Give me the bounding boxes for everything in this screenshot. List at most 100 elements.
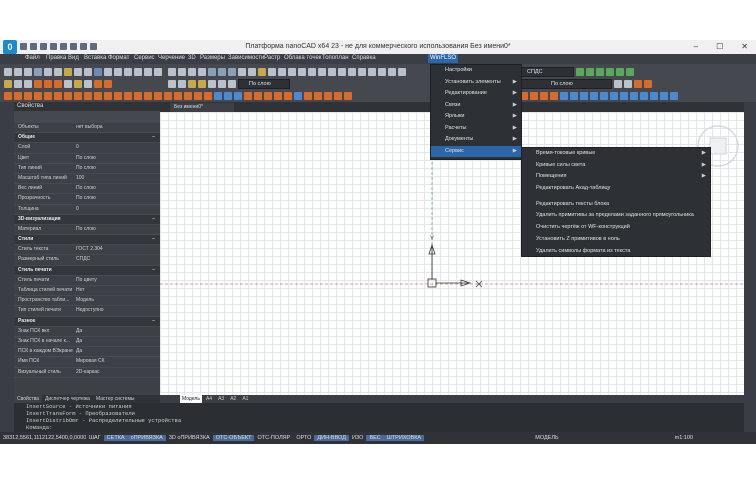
status-scale[interactable]: m1:100 — [672, 435, 696, 441]
right-tool-strip[interactable] — [744, 102, 756, 432]
menu-item-links[interactable]: Связи ▶ — [431, 100, 521, 112]
layer-dropdown[interactable]: По слою — [238, 79, 290, 89]
submenu-item-edit-acad-table[interactable]: Редактировать Акад-таблицу — [522, 183, 710, 195]
status-iso[interactable]: ИЗО — [349, 435, 367, 441]
command-prompt[interactable]: Команда: — [14, 424, 744, 431]
prop-row[interactable]: Материал По слою — [14, 225, 160, 236]
status-grid[interactable]: СЕТКА — [103, 435, 128, 441]
status-hatch[interactable]: ШТРИХОВКА — [383, 435, 425, 441]
menu-item-labels[interactable]: Ярлыки ▶ — [431, 111, 521, 123]
style-dropdown[interactable]: СПДС — [520, 67, 574, 77]
toolbar-row-2[interactable] — [4, 78, 112, 90]
toolbar-row-3b[interactable] — [520, 90, 678, 102]
menu-service[interactable]: Сервис — [134, 55, 155, 61]
menu-format[interactable]: Формат — [108, 55, 129, 61]
submenu-item-rooms[interactable]: Помещения ▶ — [522, 171, 710, 183]
prop-row[interactable]: Прозрачность По слою — [14, 194, 160, 205]
collapse-icon[interactable]: − — [152, 235, 155, 244]
objects-row[interactable]: Объекты нет выбора — [14, 123, 160, 134]
menu-point-clouds[interactable]: Облака точек — [284, 55, 321, 61]
status-3d-osnap[interactable]: 3D оПРИВЯЗКА — [166, 435, 213, 441]
status-snap[interactable]: ШАГ — [86, 435, 104, 441]
left-tool-strip[interactable] — [0, 102, 14, 432]
prop-row[interactable]: Толщина 0 — [14, 205, 160, 215]
submenu-item-light-curves[interactable]: Кривые силы света ▶ — [522, 160, 710, 172]
prop-row[interactable]: ПСК в каждом ВЭкране Да — [14, 347, 160, 358]
submenu-item-time-current[interactable]: Время-токовые кривые ▶ — [522, 148, 710, 160]
window-controls[interactable]: – ☐ ✕ — [694, 42, 748, 51]
toolbar-row-2b[interactable]: По слою — [168, 78, 290, 90]
toolbar-row-1[interactable] — [4, 66, 162, 78]
menu-topoplan[interactable]: Топоплан — [322, 55, 349, 61]
prop-row[interactable]: Стиль текста ГОСТ 2.304 — [14, 245, 160, 256]
menu-item-documents[interactable]: Документы ▶ — [431, 134, 521, 146]
command-window[interactable]: InsertSource - Источники питания InsertT… — [14, 403, 744, 432]
collapse-icon[interactable]: − — [152, 215, 155, 224]
prop-row[interactable]: Тип стилей печати Недоступно — [14, 306, 160, 317]
status-polar[interactable]: ОТС-ПОЛЯР — [254, 435, 293, 441]
menu-item-install-elements[interactable]: Установить элементы ▶ — [431, 77, 521, 89]
style-toolbar[interactable]: СПДС — [520, 66, 634, 78]
menu-view[interactable]: Вид — [68, 55, 79, 61]
menu-file[interactable]: Файл — [25, 55, 40, 61]
app-logo[interactable]: 0 — [3, 40, 17, 54]
menu-item-editing[interactable]: Редактирование ▶ — [431, 88, 521, 100]
collapse-icon[interactable]: − — [152, 317, 155, 326]
status-dyn-input[interactable]: ДИН-ВВОД — [314, 435, 349, 441]
prop-row[interactable]: Стиль печати По цвету — [14, 276, 160, 286]
section-general[interactable]: Общие − — [14, 133, 160, 144]
submenu-item-set-z-zero[interactable]: Установить Z примитивов в ноль — [522, 234, 710, 246]
status-osnap[interactable]: оПРИВЯЗКА — [127, 435, 166, 441]
tab-a2[interactable]: A2 — [228, 395, 238, 403]
collapse-icon[interactable]: − — [152, 266, 155, 275]
prop-row[interactable]: Масштаб типа линий 100 — [14, 174, 160, 185]
layer-dropdown-2[interactable]: По слою — [520, 79, 612, 89]
menu-dimensions[interactable]: Размеры — [200, 55, 225, 61]
menu-3d[interactable]: 3D — [188, 55, 196, 61]
section-3d[interactable]: 3D-визуализация − — [14, 214, 160, 225]
status-lineweight[interactable]: ВЕС — [366, 435, 384, 441]
section-plot-style[interactable]: Стиль печати − — [14, 265, 160, 276]
properties-toolbar[interactable] — [14, 111, 160, 123]
tab-model[interactable]: Модель — [180, 395, 202, 403]
menu-help[interactable]: Справка — [352, 55, 376, 61]
document-tab[interactable]: Без имени0* — [170, 103, 234, 112]
menu-winflso[interactable]: WinFLSO — [428, 54, 459, 63]
toolbar-row-1b[interactable] — [168, 66, 406, 78]
tab-a1[interactable]: A1 — [240, 395, 250, 403]
prop-row[interactable]: Тип линий По слою — [14, 164, 160, 174]
collapse-icon[interactable]: − — [152, 133, 155, 142]
prop-row[interactable]: Вес линий По слою — [14, 184, 160, 195]
prop-row[interactable]: Размерный стиль СПДС — [14, 255, 160, 266]
menu-item-service[interactable]: Сервис ▶ — [431, 145, 521, 157]
status-model[interactable]: МОДЕЛЬ — [532, 435, 561, 441]
menu-raster[interactable]: Растр — [264, 55, 280, 61]
submenu-item-delete-outside-rect[interactable]: Удалить примитивы за пределами заданного… — [522, 210, 710, 222]
minimize-icon[interactable]: – — [694, 42, 698, 51]
status-otrack[interactable]: ОТС-ОБЪЕКТ — [212, 435, 255, 441]
toolbar-row-3[interactable] — [4, 90, 352, 102]
menu-item-calculations[interactable]: Расчеты ▶ — [431, 123, 521, 135]
layer-toolbar-2[interactable]: По слою — [520, 78, 652, 90]
maximize-icon[interactable]: ☐ — [716, 42, 723, 51]
tab-a4[interactable]: A4 — [204, 395, 214, 403]
section-misc[interactable]: Разное − — [14, 316, 160, 327]
status-ortho[interactable]: ОРТО — [293, 435, 314, 441]
submenu-item-edit-block-texts[interactable]: Редактировать тексты блока — [522, 199, 710, 211]
objects-value[interactable]: нет выбора — [76, 123, 156, 132]
menu-constraints[interactable]: Зависимости — [228, 55, 264, 61]
submenu-item-remove-format[interactable]: Удалить символы формата из текста — [522, 246, 710, 258]
prop-row[interactable]: Визуальный стиль 2D-каркас — [14, 368, 160, 378]
prop-row[interactable]: Имя ПСК Мировая СК — [14, 357, 160, 368]
prop-row[interactable]: Цвет По слою — [14, 154, 160, 164]
prop-row[interactable]: Знак ПСК в начале к... Да — [14, 337, 160, 348]
menu-edit[interactable]: Правка — [46, 55, 66, 61]
menu-insert[interactable]: Вставка — [84, 55, 106, 61]
menu-drawing[interactable]: Черчение — [158, 55, 185, 61]
section-styles[interactable]: Стили − — [14, 235, 160, 246]
prop-row[interactable]: Таблица стилей печати Нет — [14, 286, 160, 297]
menu-item-settings[interactable]: Настройки — [431, 65, 521, 77]
prop-row[interactable]: Знак ПСК вкл Да — [14, 327, 160, 337]
tab-a3[interactable]: A3 — [216, 395, 226, 403]
prop-row[interactable]: Слой 0 — [14, 143, 160, 154]
